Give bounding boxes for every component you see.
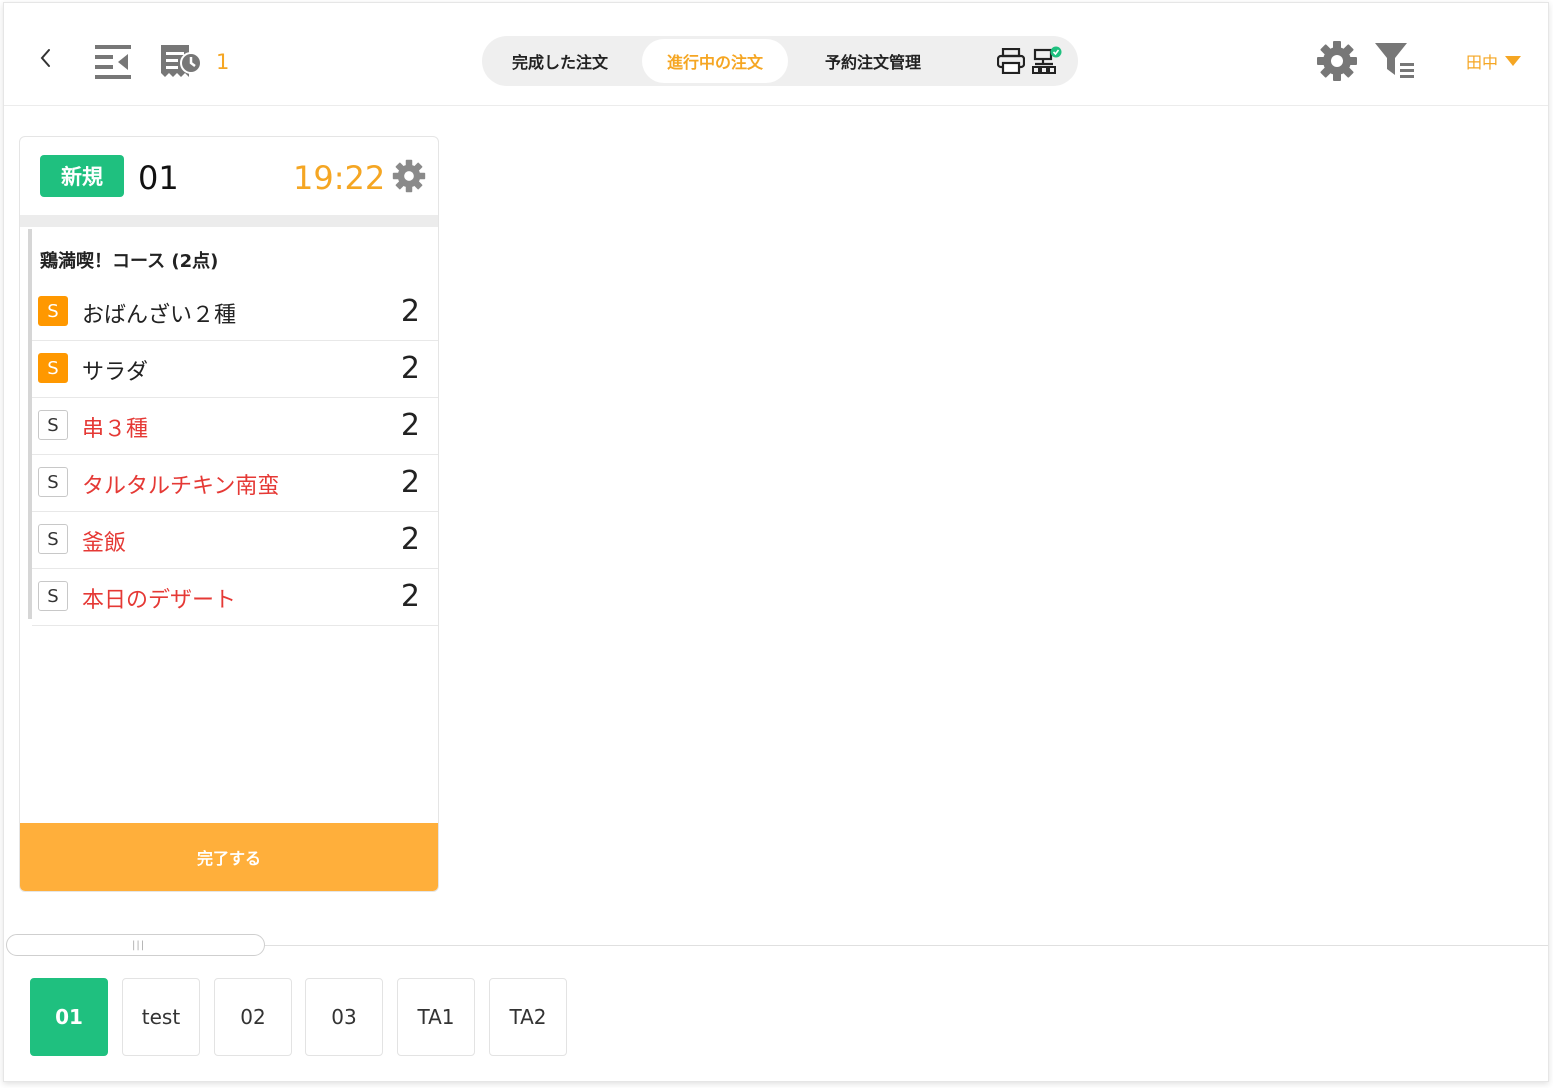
item-tag: S [38, 296, 68, 326]
order-item-row[interactable]: S サラダ 2 [32, 341, 438, 398]
user-menu[interactable]: 田中 [1466, 49, 1522, 73]
divider [20, 215, 438, 227]
user-name: 田中 [1466, 53, 1499, 72]
table-tab-ta1[interactable]: TA1 [397, 978, 475, 1056]
order-item-row[interactable]: S タルタルチキン南蛮 2 [32, 455, 438, 512]
printer-button[interactable] [996, 47, 1026, 78]
gear-icon [1317, 41, 1357, 81]
order-item-row[interactable]: S 本日のデザート 2 [32, 569, 438, 626]
course-group: 鶏満喫！コース (2点) S おばんざい２種 2 S サラダ 2 S 串３種 2… [28, 229, 438, 626]
item-quantity: 2 [400, 294, 420, 329]
item-quantity: 2 [400, 579, 420, 614]
pending-count: 1 [216, 50, 230, 74]
item-quantity: 2 [400, 351, 420, 386]
order-card[interactable]: 新規 01 19:22 鶏満喫！コース (2点) S おばんざい２種 2 S サ… [19, 136, 439, 892]
item-tag: S [38, 581, 68, 611]
table-tab-test[interactable]: test [122, 978, 200, 1056]
collapse-menu-icon [95, 45, 131, 79]
item-quantity: 2 [400, 522, 420, 557]
item-name: おばんざい２種 [82, 303, 237, 328]
order-status-segmented: 完成した注文 進行中の注文 予約注文管理 [482, 36, 1078, 86]
table-tab-03[interactable]: 03 [305, 978, 383, 1056]
printer-icon [996, 47, 1026, 75]
item-name: 串３種 [82, 417, 149, 442]
course-title: 鶏満喫！コース (2点) [40, 251, 219, 272]
order-item-row[interactable]: S 釜飯 2 [32, 512, 438, 569]
item-name: 本日のデザート [82, 588, 237, 613]
filter-button[interactable] [1374, 41, 1418, 85]
item-name: サラダ [82, 360, 149, 385]
table-tab-01[interactable]: 01 [30, 978, 108, 1056]
item-quantity: 2 [400, 408, 420, 443]
order-item-row[interactable]: S おばんざい２種 2 [32, 284, 438, 341]
item-tag: S [38, 353, 68, 383]
tab-in-progress-orders[interactable]: 進行中の注文 [642, 39, 788, 83]
complete-order-button[interactable]: 完了する [20, 823, 438, 891]
top-bar: 1 完成した注文 進行中の注文 予約注文管理 田中 [4, 3, 1548, 106]
tab-completed-orders[interactable]: 完成した注文 [485, 39, 635, 83]
order-card-header: 新規 01 19:22 [20, 137, 438, 215]
divider [265, 945, 1548, 946]
gear-icon [392, 159, 426, 193]
horizontal-scrollbar[interactable]: ||| [6, 934, 265, 956]
table-number: 01 [138, 159, 179, 197]
collapse-menu-button[interactable] [94, 43, 132, 85]
receipt-clock-icon [161, 45, 202, 77]
order-settings-button[interactable] [392, 159, 426, 197]
network-status-button[interactable] [1032, 46, 1062, 80]
chevron-left-icon [40, 49, 50, 67]
order-history-button[interactable] [159, 43, 203, 87]
settings-button[interactable] [1316, 40, 1358, 86]
network-check-icon [1032, 46, 1062, 74]
back-button[interactable] [34, 43, 58, 73]
table-tab-ta2[interactable]: TA2 [489, 978, 567, 1056]
caret-down-icon [1505, 56, 1522, 66]
table-tab-02[interactable]: 02 [214, 978, 292, 1056]
item-name: タルタルチキン南蛮 [82, 474, 280, 499]
item-tag: S [38, 467, 68, 497]
order-item-row[interactable]: S 串３種 2 [32, 398, 438, 455]
tab-reserved-orders[interactable]: 予約注文管理 [798, 39, 948, 83]
scrollbar-grip-icon: ||| [132, 940, 146, 951]
filter-list-icon [1375, 43, 1414, 78]
status-badge: 新規 [40, 155, 124, 197]
app-window: 1 完成した注文 進行中の注文 予約注文管理 田中 新規 01 19:22 鶏満… [3, 2, 1549, 1082]
item-tag: S [38, 410, 68, 440]
order-time: 19:22 [293, 159, 386, 197]
item-tag: S [38, 524, 68, 554]
item-name: 釜飯 [82, 531, 127, 556]
item-quantity: 2 [400, 465, 420, 500]
